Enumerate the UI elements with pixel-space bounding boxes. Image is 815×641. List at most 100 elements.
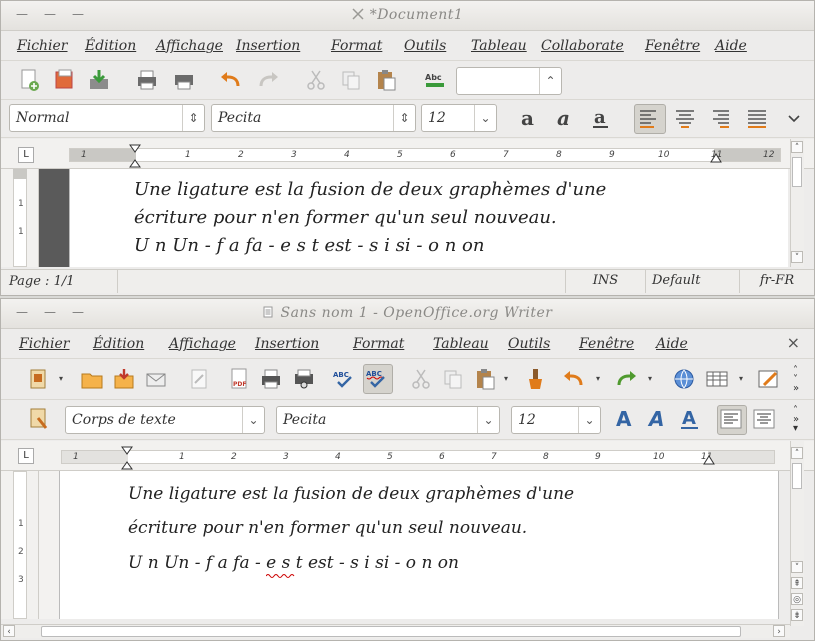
cut-button[interactable] — [303, 67, 329, 93]
indent-marker-icon[interactable] — [121, 446, 133, 470]
templates-button[interactable] — [51, 67, 77, 93]
menu-tableau[interactable]: Tableau — [433, 336, 489, 352]
dropdown-arrow-icon[interactable]: ▾ — [648, 374, 652, 383]
dropdown-arrow-icon[interactable]: ▾ — [596, 374, 600, 383]
menu-format[interactable]: Format — [331, 38, 382, 54]
menu-aide[interactable]: Aide — [656, 336, 688, 352]
indent-marker-icon[interactable] — [129, 144, 141, 168]
menu-fichier[interactable]: Fichier — [17, 38, 68, 54]
copy-button[interactable] — [338, 67, 364, 93]
menu-collaborate[interactable]: Collaborate — [541, 38, 624, 54]
scroll-down-button[interactable]: ˅ — [791, 561, 803, 573]
font-name-select[interactable]: Pecita ⇕ — [211, 104, 416, 132]
align-center-button[interactable] — [672, 105, 698, 131]
find-spin-arrows[interactable]: ⌃ — [539, 68, 561, 94]
vertical-scrollbar[interactable]: ˄ ˅ — [790, 139, 804, 267]
italic-button[interactable]: A — [644, 406, 670, 432]
undo-button[interactable] — [218, 67, 244, 93]
redo-button[interactable] — [613, 366, 639, 392]
email-button[interactable] — [143, 366, 169, 392]
print-button[interactable] — [258, 366, 284, 392]
previous-page-button[interactable]: ⇞ — [791, 577, 803, 589]
bold-button[interactable]: A — [611, 406, 637, 432]
insert-mode[interactable]: INS — [565, 270, 645, 293]
bold-button[interactable]: a — [516, 105, 542, 131]
print-button[interactable] — [134, 67, 160, 93]
spellcheck-button[interactable]: Abc — [422, 67, 448, 93]
show-draw-functions-button[interactable] — [756, 366, 782, 392]
menu-fenetre[interactable]: Fenêtre — [579, 336, 634, 352]
underline-button[interactable]: a — [588, 105, 614, 131]
underline-button[interactable]: A — [677, 406, 703, 432]
document-page[interactable]: Une ligature est la fusion de deux graph… — [69, 169, 788, 267]
table-button[interactable] — [704, 366, 730, 392]
menu-affichage[interactable]: Affichage — [156, 38, 223, 54]
dropdown-arrow-icon[interactable]: ▾ — [504, 374, 508, 383]
scroll-left-button[interactable]: ‹ — [3, 625, 15, 637]
autospellcheck-button[interactable]: ABC — [363, 364, 393, 394]
copy-button[interactable] — [440, 366, 466, 392]
scroll-up-button[interactable]: ˄ — [791, 447, 803, 459]
align-left-button[interactable] — [717, 405, 747, 435]
undo-button[interactable] — [561, 366, 587, 392]
save-button[interactable] — [111, 366, 137, 392]
right-indent-marker-icon[interactable] — [703, 453, 715, 465]
find-combo[interactable]: ⌃ — [456, 67, 562, 95]
dropdown-arrow-icon[interactable]: ▾ — [59, 374, 63, 383]
paste-button[interactable] — [373, 67, 399, 93]
menu-tableau[interactable]: Tableau — [471, 38, 527, 54]
menu-outils[interactable]: Outils — [404, 38, 446, 54]
spellcheck-button[interactable]: ABC — [331, 366, 357, 392]
hscroll-thumb[interactable] — [41, 626, 741, 637]
navigation-button[interactable]: ◎ — [791, 593, 803, 605]
horizontal-scrollbar[interactable]: ‹ › — [1, 624, 790, 638]
document-page[interactable]: Une ligature est la fusion de deux graph… — [59, 471, 779, 619]
scroll-thumb[interactable] — [792, 463, 802, 489]
paste-button[interactable] — [472, 366, 498, 392]
hyperlink-button[interactable] — [671, 366, 697, 392]
export-pdf-button[interactable]: PDF — [226, 366, 252, 392]
menu-format[interactable]: Format — [353, 336, 404, 352]
align-right-button[interactable] — [708, 105, 734, 131]
toolbar-overflow-icon[interactable]: ˄ ˅» — [793, 366, 799, 394]
justify-button[interactable] — [744, 105, 770, 131]
dropdown-arrow-icon[interactable]: ▾ — [739, 374, 743, 383]
open-button[interactable] — [86, 67, 112, 93]
menu-fenetre[interactable]: Fenêtre — [645, 38, 700, 54]
paragraph-style-select[interactable]: Corps de texte ⌄ — [65, 406, 265, 434]
menu-fichier[interactable]: Fichier — [19, 336, 70, 352]
cut-button[interactable] — [408, 366, 434, 392]
print-direct-button[interactable] — [171, 67, 197, 93]
italic-button[interactable]: a — [552, 105, 578, 131]
new-document-button[interactable] — [16, 67, 42, 93]
right-indent-marker-icon[interactable] — [710, 151, 722, 163]
scroll-down-button[interactable]: ˅ — [791, 251, 803, 263]
print-preview-button[interactable] — [291, 366, 317, 392]
scroll-up-button[interactable]: ˄ — [791, 141, 803, 153]
language[interactable]: fr-FR — [739, 270, 814, 293]
align-center-button[interactable] — [751, 406, 777, 432]
paragraph-style-select[interactable]: Normal ⇕ — [9, 104, 205, 132]
font-size-select[interactable]: 12 ⌄ — [511, 406, 601, 434]
font-name-select[interactable]: Pecita ⌄ — [276, 406, 500, 434]
clone-formatting-button[interactable] — [521, 366, 547, 392]
close-document-button[interactable]: × — [787, 333, 800, 352]
menu-aide[interactable]: Aide — [715, 38, 747, 54]
edit-file-button[interactable] — [186, 366, 212, 392]
toolbar-overflow-icon[interactable]: ˄» ▾ — [793, 406, 799, 434]
tab-stop-type-toggle[interactable]: L — [18, 147, 34, 163]
menu-insertion[interactable]: Insertion — [236, 38, 300, 54]
menu-edition[interactable]: Édition — [85, 38, 136, 54]
tab-stop-type-toggle[interactable]: L — [18, 448, 34, 464]
open-button[interactable] — [79, 366, 105, 392]
new-button[interactable] — [26, 366, 52, 392]
styles-formatting-button[interactable] — [26, 406, 52, 432]
align-left-button[interactable] — [634, 104, 666, 134]
menu-outils[interactable]: Outils — [508, 336, 550, 352]
more-options-button[interactable] — [781, 105, 807, 131]
vertical-scrollbar[interactable]: ˄ ˅ ⇞ ◎ ⇟ — [790, 441, 804, 626]
menu-edition[interactable]: Édition — [93, 336, 144, 352]
redo-button[interactable] — [255, 67, 281, 93]
font-size-select[interactable]: 12 ⌄ — [421, 104, 497, 132]
page-style[interactable]: Default — [645, 270, 739, 293]
